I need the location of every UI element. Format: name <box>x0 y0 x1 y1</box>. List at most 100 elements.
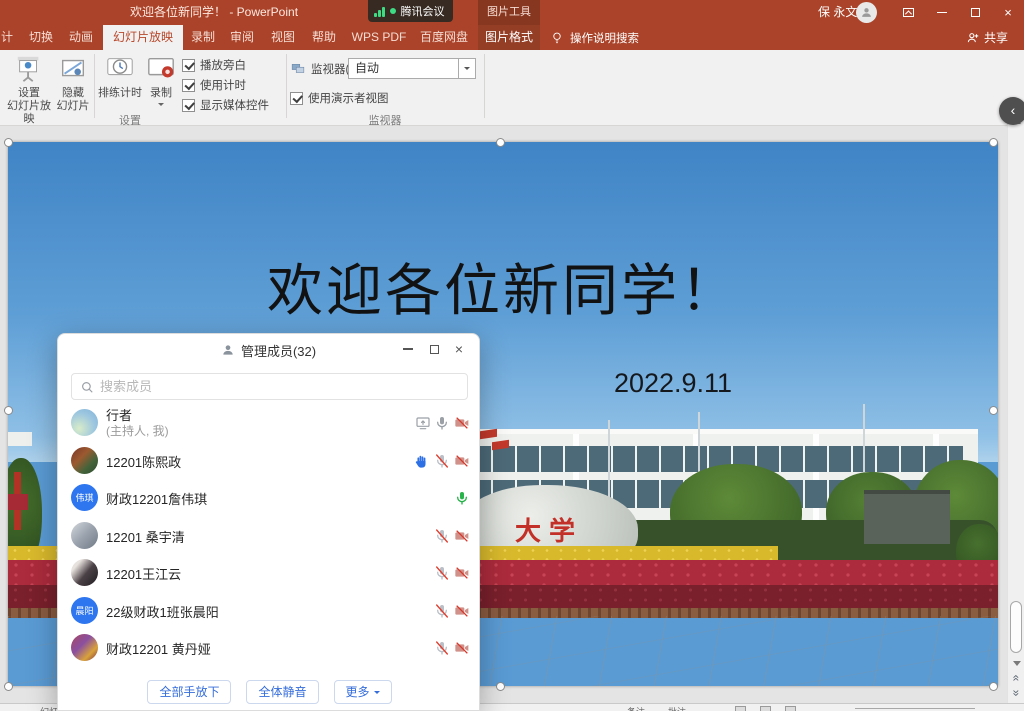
search-input[interactable] <box>100 379 459 394</box>
member-row[interactable]: 12201王江云 <box>58 554 481 592</box>
dialog-footer: 全部手放下 全体静音 更多 <box>58 672 481 711</box>
mic-off-icon[interactable] <box>434 453 450 469</box>
powerpoint-window: 欢迎各位新同学！ - PowerPoint 腾讯会议 图片工具 保 永文 × 计… <box>0 0 1024 711</box>
selection-handle[interactable] <box>496 138 505 147</box>
monitor-select[interactable]: 自动 <box>348 58 476 79</box>
selection-handle[interactable] <box>496 682 505 691</box>
camera-off-icon[interactable] <box>454 453 470 469</box>
member-row[interactable]: 财政12201 黄丹娅 <box>58 629 481 667</box>
status-notes-button[interactable]: 备注 <box>627 705 645 711</box>
raised-hand-icon[interactable] <box>414 453 430 469</box>
next-slide-button[interactable]: » <box>1008 686 1024 701</box>
tab-review[interactable]: 审阅 <box>223 25 261 50</box>
mic-off-icon[interactable] <box>434 528 450 544</box>
selection-handle[interactable] <box>4 682 13 691</box>
avatar <box>71 409 98 436</box>
member-search-box[interactable] <box>71 373 468 400</box>
minimize-icon <box>937 12 947 13</box>
manage-members-dialog: 管理成员(32) × 行者 (主持人, 我) 12201 <box>57 333 480 711</box>
checkbox-use-timings[interactable]: 使用计时 <box>182 77 246 93</box>
tab-slideshow[interactable]: 幻灯片放映 <box>103 25 183 50</box>
tab-design-partial[interactable]: 计 <box>0 25 14 50</box>
camera-off-icon[interactable] <box>454 565 470 581</box>
selection-handle[interactable] <box>989 406 998 415</box>
setup-slideshow-button[interactable]: 设置 幻灯片放映 <box>5 54 53 126</box>
rehearse-clock-icon <box>105 54 135 84</box>
lower-all-hands-label: 全部手放下 <box>159 681 219 703</box>
checkbox-checked-icon <box>290 92 303 105</box>
mic-on-icon[interactable] <box>454 490 470 506</box>
camera-off-icon[interactable] <box>454 640 470 656</box>
tab-help[interactable]: 帮助 <box>305 25 343 50</box>
member-row[interactable]: 行者 (主持人, 我) <box>58 401 481 445</box>
scroll-down-button[interactable] <box>1008 655 1024 671</box>
member-row[interactable]: 12201陈熙政 <box>58 442 481 480</box>
collapse-panel-button[interactable]: ‹ <box>999 97 1024 125</box>
tab-transitions[interactable]: 切换 <box>22 25 60 50</box>
selection-handle[interactable] <box>989 682 998 691</box>
avatar: 伟琪 <box>71 484 98 511</box>
vertical-scrollbar[interactable]: « » <box>1007 113 1024 703</box>
rehearse-timings-button[interactable]: 排练计时 <box>97 54 143 100</box>
ribbon-display-options-button[interactable] <box>893 0 923 25</box>
member-name: 22级财政1班张晨阳 <box>106 602 219 621</box>
checkbox-play-narration[interactable]: 播放旁白 <box>182 57 246 73</box>
hide-slide-button[interactable]: 隐藏 幻灯片 <box>55 54 91 113</box>
view-slideshow-icon[interactable] <box>785 706 796 711</box>
person-icon <box>860 6 873 19</box>
show-media-controls-label: 显示媒体控件 <box>200 97 269 113</box>
camera-off-icon[interactable] <box>454 528 470 544</box>
view-normal-icon[interactable] <box>735 706 746 711</box>
checkbox-show-media-controls[interactable]: 显示媒体控件 <box>182 97 269 113</box>
user-name: 保 永文 <box>818 0 857 25</box>
maximize-button[interactable] <box>960 0 990 25</box>
zoom-slider[interactable] <box>855 708 975 709</box>
search-icon <box>80 380 94 394</box>
checkbox-presenter-view[interactable]: 使用演示者视图 <box>290 90 389 106</box>
dropdown-arrow-icon[interactable] <box>458 59 475 78</box>
tab-animations[interactable]: 动画 <box>62 25 100 50</box>
dialog-minimize-button[interactable] <box>395 334 421 364</box>
checkbox-checked-icon <box>182 59 195 72</box>
tab-wps-pdf[interactable]: WPS PDF <box>348 25 410 50</box>
member-row[interactable]: 晨阳 22级财政1班张晨阳 <box>58 592 481 630</box>
camera-off-icon[interactable] <box>454 415 470 431</box>
minimize-button[interactable] <box>927 0 957 25</box>
dialog-maximize-button[interactable] <box>421 334 447 364</box>
camera-off-icon[interactable] <box>454 603 470 619</box>
user-avatar[interactable] <box>856 2 877 23</box>
close-button[interactable]: × <box>993 0 1023 25</box>
selection-handle[interactable] <box>4 406 13 415</box>
monitors-icon <box>290 62 306 76</box>
mute-all-button[interactable]: 全体静音 <box>246 680 318 704</box>
mic-icon[interactable] <box>434 415 450 431</box>
avatar: 晨阳 <box>71 597 98 624</box>
selection-handle[interactable] <box>989 138 998 147</box>
selection-handle[interactable] <box>4 138 13 147</box>
triangle-down-icon <box>1013 661 1021 670</box>
member-row[interactable]: 伟琪 财政12201詹伟琪 <box>58 479 481 517</box>
tab-picture-format[interactable]: 图片格式 <box>478 25 540 50</box>
tab-baidu-netdisk[interactable]: 百度网盘 <box>415 25 473 50</box>
record-button[interactable]: 录制 <box>144 54 178 113</box>
tab-record[interactable]: 录制 <box>185 25 221 50</box>
share-button[interactable]: 共享 <box>966 25 1008 50</box>
lower-all-hands-button[interactable]: 全部手放下 <box>147 680 231 704</box>
double-chevron-up-icon: « <box>1010 675 1024 682</box>
dialog-close-button[interactable]: × <box>446 334 472 364</box>
scrollbar-thumb[interactable] <box>1010 601 1022 653</box>
mic-off-icon[interactable] <box>434 603 450 619</box>
tell-me-search[interactable]: 操作说明搜索 <box>550 25 639 50</box>
tab-view[interactable]: 视图 <box>264 25 302 50</box>
view-sorter-icon[interactable] <box>760 706 771 711</box>
screen-share-icon[interactable] <box>415 415 431 431</box>
status-comments-button[interactable]: 批注 <box>668 705 686 711</box>
rehearse-label: 排练计时 <box>98 87 142 99</box>
member-row[interactable]: 12201 桑宇清 <box>58 517 481 555</box>
mic-off-icon[interactable] <box>434 640 450 656</box>
previous-slide-button[interactable]: « <box>1008 671 1024 686</box>
mic-off-icon[interactable] <box>434 565 450 581</box>
tencent-meeting-widget[interactable]: 腾讯会议 <box>368 0 453 22</box>
more-button[interactable]: 更多 <box>334 680 392 704</box>
rock-text: 大学 <box>515 511 583 548</box>
